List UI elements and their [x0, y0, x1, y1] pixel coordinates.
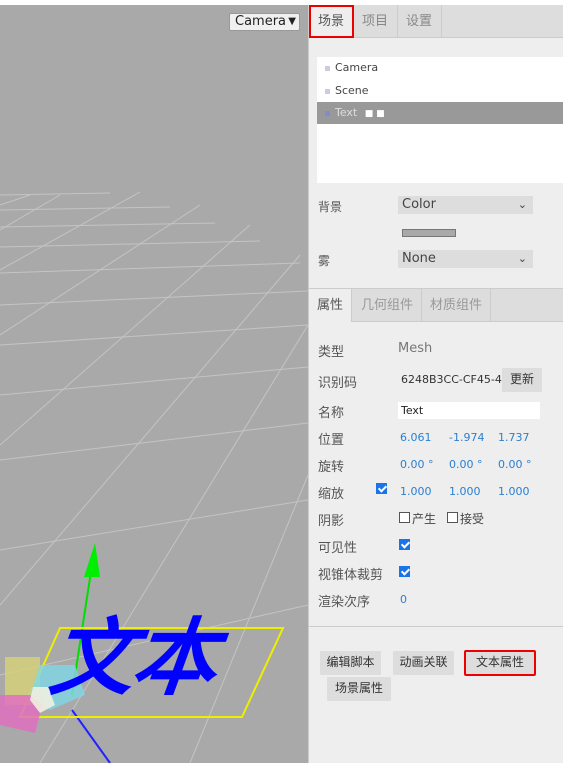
scene-outliner[interactable]: Camera Scene Text ■ ■: [317, 57, 563, 183]
name-label: 名称: [318, 406, 345, 421]
background-label: 背景: [318, 200, 343, 214]
shadow-label: 阴影: [318, 514, 345, 529]
renew-uuid-button[interactable]: 更新: [502, 368, 542, 392]
scene-properties-button[interactable]: 场景属性: [327, 677, 391, 701]
scale-z[interactable]: 1.000: [498, 485, 530, 498]
scale-label: 缩放: [318, 487, 345, 502]
outliner-item-scene[interactable]: Scene: [317, 80, 563, 102]
render-order-label: 渲染次序: [318, 595, 371, 610]
material-icons: ■ ■: [364, 109, 385, 119]
uuid-value: 6248B3CC-CF45-4: [401, 373, 502, 386]
cast-shadow-checkbox[interactable]: [399, 512, 410, 523]
rotation-x[interactable]: 0.00 °: [400, 458, 434, 471]
outliner-item-label: Camera: [335, 61, 379, 74]
frustum-culling-checkbox[interactable]: [399, 566, 410, 577]
tab-geometry[interactable]: 几何组件: [353, 289, 423, 322]
scale-x[interactable]: 1.000: [400, 485, 432, 498]
scale-y[interactable]: 1.000: [449, 485, 481, 498]
fog-select[interactable]: None ⌄: [398, 250, 533, 268]
tab-settings[interactable]: 设置: [397, 5, 443, 38]
visible-checkbox[interactable]: [399, 539, 410, 550]
node-icon: [325, 111, 330, 116]
position-z[interactable]: 1.737: [498, 431, 530, 444]
viewport-text-object[interactable]: 文本: [40, 608, 240, 707]
name-field[interactable]: Text: [398, 402, 540, 419]
fog-label: 雾: [318, 254, 331, 268]
rotation-y[interactable]: 0.00 °: [449, 458, 483, 471]
position-x[interactable]: 6.061: [400, 431, 432, 444]
scale-lock-checkbox[interactable]: [376, 483, 387, 494]
outliner-item-camera[interactable]: Camera: [317, 57, 563, 79]
position-y[interactable]: -1.974: [449, 431, 484, 444]
receive-shadow-checkbox[interactable]: [447, 512, 458, 523]
type-value: Mesh: [398, 341, 433, 356]
3d-viewport[interactable]: 文本 Camera ▼: [0, 5, 308, 763]
position-label: 位置: [318, 433, 345, 448]
receive-shadow-label: 接受: [460, 512, 485, 526]
visible-label: 可见性: [318, 541, 358, 556]
render-order-value[interactable]: 0: [400, 593, 407, 606]
background-select-value: Color: [402, 197, 436, 212]
node-icon: [325, 89, 330, 94]
properties-tabbar: 属性 几何组件 材质组件: [309, 288, 563, 322]
background-select[interactable]: Color ⌄: [398, 196, 533, 214]
tab-properties[interactable]: 属性: [309, 289, 353, 322]
rotation-z[interactable]: 0.00 °: [498, 458, 532, 471]
chevron-down-icon: ▼: [288, 16, 296, 27]
camera-select-value: Camera: [235, 14, 287, 29]
outliner-item-label: Text: [335, 106, 358, 119]
animation-link-button[interactable]: 动画关联: [393, 651, 454, 675]
outliner-item-label: Scene: [335, 84, 369, 97]
camera-select[interactable]: Camera ▼: [229, 13, 300, 31]
text-properties-button[interactable]: 文本属性: [464, 650, 536, 676]
tab-project[interactable]: 项目: [353, 5, 399, 38]
node-icon: [325, 66, 330, 71]
chevron-down-icon: ⌄: [517, 198, 527, 211]
edit-script-button[interactable]: 编辑脚本: [320, 651, 381, 675]
divider: [309, 626, 563, 627]
frustum-culling-label: 视锥体裁剪: [318, 568, 384, 583]
outliner-item-text[interactable]: Text ■ ■: [317, 102, 563, 124]
type-label: 类型: [318, 345, 345, 360]
rotation-label: 旋转: [318, 460, 345, 475]
fog-select-value: None: [402, 251, 436, 266]
chevron-down-icon: ⌄: [517, 252, 527, 265]
tab-material[interactable]: 材质组件: [422, 289, 492, 322]
cast-shadow-label: 产生: [412, 512, 437, 526]
tab-scene[interactable]: 场景: [309, 5, 355, 38]
uuid-label: 识别码: [318, 376, 358, 391]
main-tabbar: 场景 项目 设置: [309, 5, 563, 38]
sidebar: 场景 项目 设置 Camera Scene Text ■ ■ 背景 Color …: [308, 5, 563, 763]
background-color-swatch[interactable]: [402, 229, 456, 237]
